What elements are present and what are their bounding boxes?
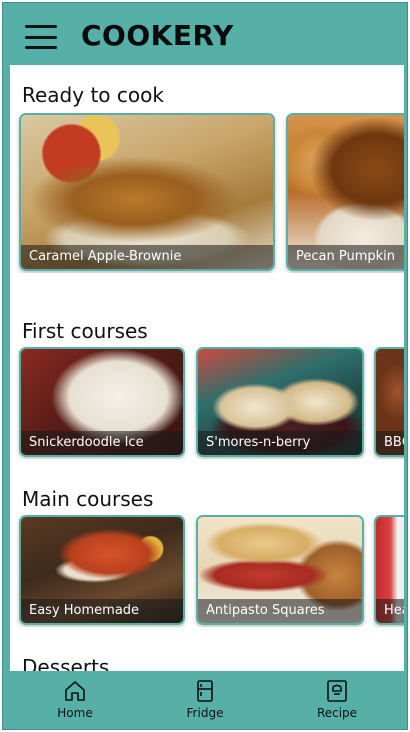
recipe-book-icon [327,680,347,702]
recipe-title: Antipasto Squares [198,599,362,623]
main-courses-row[interactable]: Easy Homemade Antipasto Squares Hea [10,515,404,627]
app-title: COOKERY [81,19,234,52]
nav-item-recipe[interactable]: Recipe [287,671,387,729]
recipe-feed[interactable]: Ready to cook Caramel Apple-Brownie Peca… [10,65,404,671]
section-title-first-courses: First courses [22,319,148,343]
section-title-ready-to-cook: Ready to cook [22,83,164,107]
recipe-title: Pecan Pumpkin [288,245,404,269]
recipe-title: S'mores-n-berry [198,431,362,455]
recipe-title: Hea [376,599,404,623]
recipe-card[interactable]: Snickerdoodle Ice [19,347,185,457]
nav-item-home[interactable]: Home [25,671,125,729]
home-icon [65,681,85,701]
recipe-title: Snickerdoodle Ice [21,431,183,455]
ready-to-cook-row[interactable]: Caramel Apple-Brownie Pecan Pumpkin [10,113,404,273]
recipe-card[interactable]: Antipasto Squares [196,515,364,625]
recipe-card[interactable]: Pecan Pumpkin [286,113,404,271]
recipe-card[interactable]: S'mores-n-berry [196,347,364,457]
section-title-desserts: Desserts [22,655,110,671]
recipe-card[interactable]: Hea [374,515,404,625]
recipe-card[interactable]: BBQ [374,347,404,457]
nav-item-fridge[interactable]: Fridge [155,671,255,729]
bottom-navigation: Home Fridge Recipe [3,671,407,729]
section-title-main-courses: Main courses [22,487,154,511]
nav-label-fridge: Fridge [186,706,224,720]
fridge-icon [197,680,213,702]
recipe-card[interactable]: Easy Homemade [19,515,185,625]
nav-label-recipe: Recipe [316,706,358,720]
first-courses-row[interactable]: Snickerdoodle Ice S'mores-n-berry BBQ [10,347,404,459]
recipe-title: Caramel Apple-Brownie [21,245,273,269]
top-app-bar: COOKERY [3,3,407,65]
nav-label-home: Home [57,706,93,720]
recipe-card[interactable]: Caramel Apple-Brownie [19,113,275,271]
recipe-title: BBQ [376,431,404,455]
app-frame: COOKERY Ready to cook Caramel Apple-Brow… [2,2,408,730]
recipe-title: Easy Homemade [21,599,183,623]
hamburger-menu-icon[interactable] [25,25,57,49]
